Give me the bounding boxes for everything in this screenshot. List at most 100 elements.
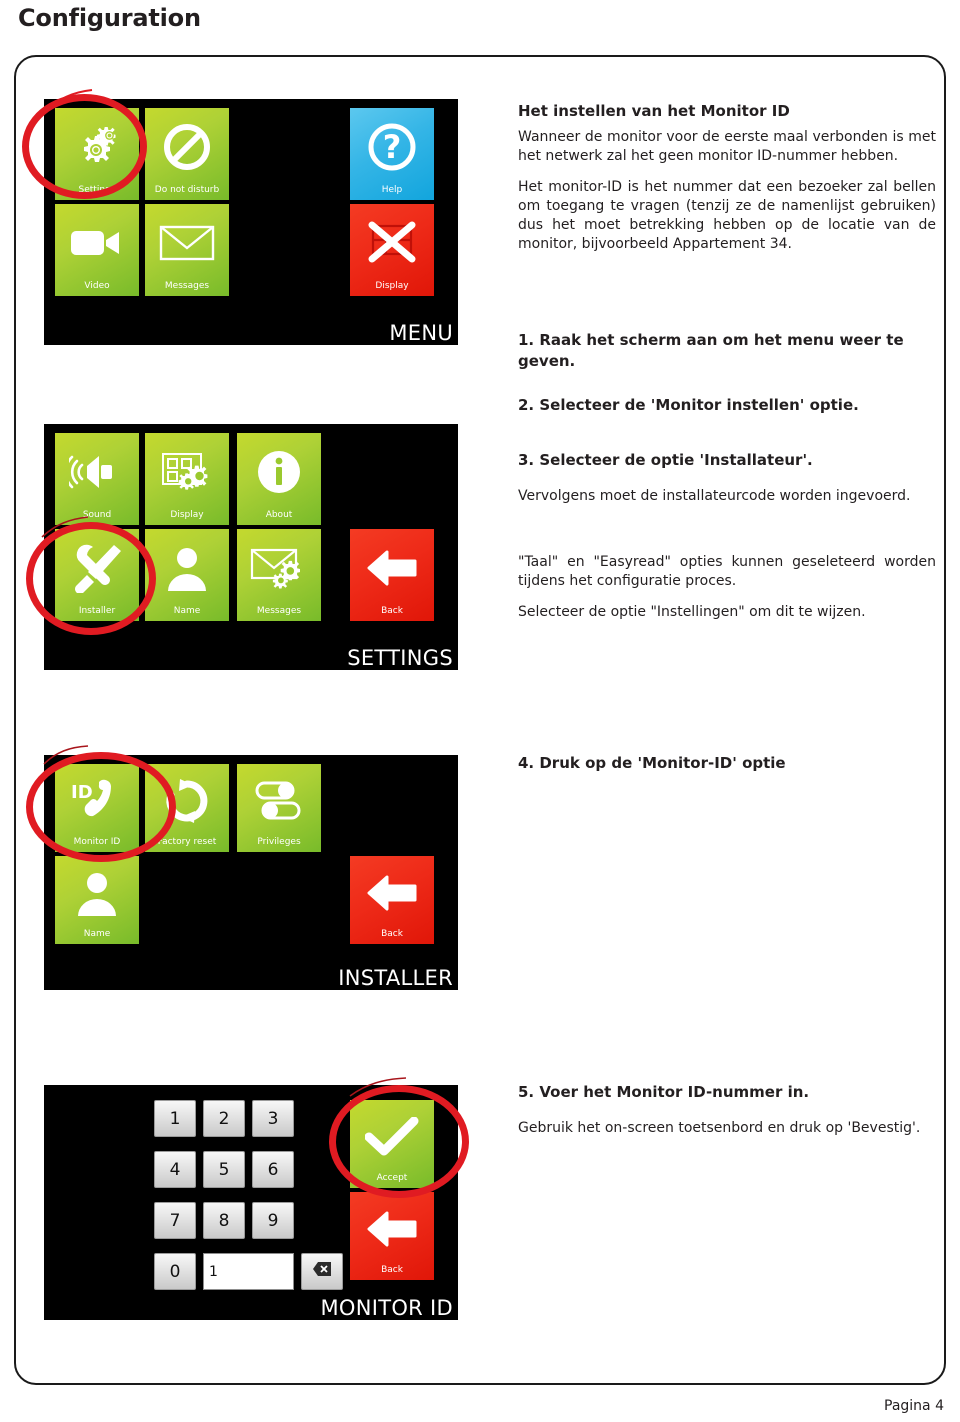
screen-caption: SETTINGS: [347, 646, 453, 670]
arrow-left-icon: [350, 531, 434, 605]
keypad-key-8[interactable]: 8: [203, 1202, 245, 1239]
step-2: 2. Selecteer de 'Monitor instellen' opti…: [518, 396, 859, 414]
tile-label: Back: [381, 1265, 403, 1275]
tile-label: Sound: [82, 510, 112, 520]
tile-messages[interactable]: Messages: [145, 204, 229, 296]
step5-paragraph: Gebruik het on-screen toetsenbord en dru…: [518, 1120, 921, 1136]
tile-display[interactable]: Display: [350, 204, 434, 296]
key-label: 4: [169, 1159, 181, 1180]
tile-label: Help: [381, 185, 403, 195]
keypad-key-4[interactable]: 4: [154, 1151, 196, 1188]
tile-label: About: [265, 510, 293, 520]
info-circle-icon: [237, 435, 321, 509]
envelope-gears-icon: [237, 531, 321, 605]
installer-screen: ID Monitor ID Factory reset Privileges N…: [44, 755, 458, 990]
gears-icon: [55, 110, 139, 184]
key-label: 3: [267, 1108, 279, 1129]
tile-monitor-id[interactable]: ID Monitor ID: [55, 764, 139, 852]
speaker-icon: [55, 435, 139, 509]
tile-display-settings[interactable]: Display: [145, 433, 229, 525]
tile-label: Name: [83, 929, 111, 939]
arrow-left-icon: [350, 1194, 434, 1264]
tile-privileges[interactable]: Privileges: [237, 764, 321, 852]
display-off-icon: [350, 206, 434, 280]
tools-icon: [55, 531, 139, 605]
screen-caption: MONITOR ID: [320, 1296, 453, 1320]
step3-paragraph: Vervolgens moet de installateurcode word…: [518, 488, 911, 504]
key-label: 6: [267, 1159, 279, 1180]
step-4: 4. Druk op de 'Monitor-ID' optie: [518, 754, 786, 772]
keypad-key-7[interactable]: 7: [154, 1202, 196, 1239]
text-block-notes: "Taal" en "Easyread" opties kunnen gesel…: [518, 553, 936, 634]
keypad-key-3[interactable]: 3: [252, 1100, 294, 1137]
refresh-icon: [145, 766, 229, 836]
tile-label: Messages: [164, 281, 210, 291]
tile-messages-settings[interactable]: Messages: [237, 529, 321, 621]
keypad-key-1[interactable]: 1: [154, 1100, 196, 1137]
tile-label: Name: [173, 606, 201, 616]
tile-label: Accept: [376, 1173, 408, 1183]
tile-back-settings[interactable]: Back: [350, 529, 434, 621]
keypad-key-0[interactable]: 0: [154, 1253, 196, 1290]
tile-label: Privileges: [257, 837, 301, 847]
envelope-icon: [145, 206, 229, 280]
backspace-icon: [312, 1261, 332, 1282]
text-block-intro: Het instellen van het Monitor ID Wanneer…: [518, 101, 936, 266]
tile-accept[interactable]: Accept: [350, 1100, 434, 1188]
keypad-key-5[interactable]: 5: [203, 1151, 245, 1188]
tile-factory-reset[interactable]: Factory reset: [145, 764, 229, 852]
display-gears-icon: [145, 435, 229, 509]
keypad-key-9[interactable]: 9: [252, 1202, 294, 1239]
keypad-key-2[interactable]: 2: [203, 1100, 245, 1137]
video-camera-icon: [55, 206, 139, 280]
key-label: 9: [267, 1210, 279, 1231]
svg-text:?: ?: [383, 128, 402, 166]
text-block-step5: 5. Voer het Monitor ID-nummer in. Gebrui…: [518, 1082, 936, 1150]
tile-label: Factory reset: [157, 837, 217, 847]
screen-caption: INSTALLER: [338, 966, 453, 990]
tile-name-installer[interactable]: Name: [55, 856, 139, 944]
note-paragraph-2: Selecteer de optie "Instellingen" om dit…: [518, 604, 866, 620]
monitor-id-screen: 1 2 3 4 5 6 7 8 9 0 1 Accept Back MONITO…: [44, 1085, 458, 1320]
key-label: 7: [169, 1210, 181, 1231]
arrow-left-icon: [350, 858, 434, 928]
tile-label: Video: [84, 281, 110, 291]
step-1: 1. Raak het scherm aan om het menu weer …: [518, 331, 904, 370]
tile-help[interactable]: ? Help: [350, 108, 434, 200]
text-block-step1: 1. Raak het scherm aan om het menu weer …: [518, 330, 936, 388]
installer-tile-grid: ID Monitor ID Factory reset Privileges N…: [44, 755, 458, 990]
tile-name[interactable]: Name: [145, 529, 229, 621]
monitor-id-input[interactable]: 1: [203, 1253, 294, 1290]
page-footer: Pagina 4: [884, 1398, 944, 1414]
tile-video[interactable]: Video: [55, 204, 139, 296]
menu-tile-grid: Settings Do not disturb ? Help Video Mes…: [44, 99, 458, 345]
tile-label: Back: [381, 929, 403, 939]
tile-label: Settings: [78, 185, 116, 195]
step-5: 5. Voer het Monitor ID-nummer in.: [518, 1083, 810, 1101]
settings-screen: Sound Display About Installer Name Messa…: [44, 424, 458, 670]
svg-text:ID: ID: [71, 782, 93, 803]
tile-back-monitor-id[interactable]: Back: [350, 1192, 434, 1280]
tile-label: Monitor ID: [73, 837, 121, 847]
text-block-step4: 4. Druk op de 'Monitor-ID' optie: [518, 753, 936, 790]
keypad-backspace-key[interactable]: [301, 1253, 343, 1290]
tile-label: Back: [381, 606, 403, 616]
key-label: 8: [218, 1210, 230, 1231]
intro-paragraph-2: Het monitor-ID is het nummer dat een bez…: [518, 179, 936, 252]
keypad-key-6[interactable]: 6: [252, 1151, 294, 1188]
key-label: 1: [169, 1108, 181, 1129]
key-label: 5: [218, 1159, 230, 1180]
tile-back-installer[interactable]: Back: [350, 856, 434, 944]
tile-settings[interactable]: Settings: [55, 108, 139, 200]
question-circle-icon: ?: [350, 110, 434, 184]
toggles-icon: [237, 766, 321, 836]
step-3: 3. Selecteer de optie 'Installateur'.: [518, 451, 813, 469]
tile-label: Display: [170, 510, 204, 520]
tile-installer[interactable]: Installer: [55, 529, 139, 621]
check-icon: [350, 1102, 434, 1172]
tile-do-not-disturb[interactable]: Do not disturb: [145, 108, 229, 200]
monitor-id-input-value: 1: [209, 1263, 218, 1280]
tile-sound[interactable]: Sound: [55, 433, 139, 525]
section-heading: Het instellen van het Monitor ID: [518, 102, 790, 120]
tile-about[interactable]: About: [237, 433, 321, 525]
